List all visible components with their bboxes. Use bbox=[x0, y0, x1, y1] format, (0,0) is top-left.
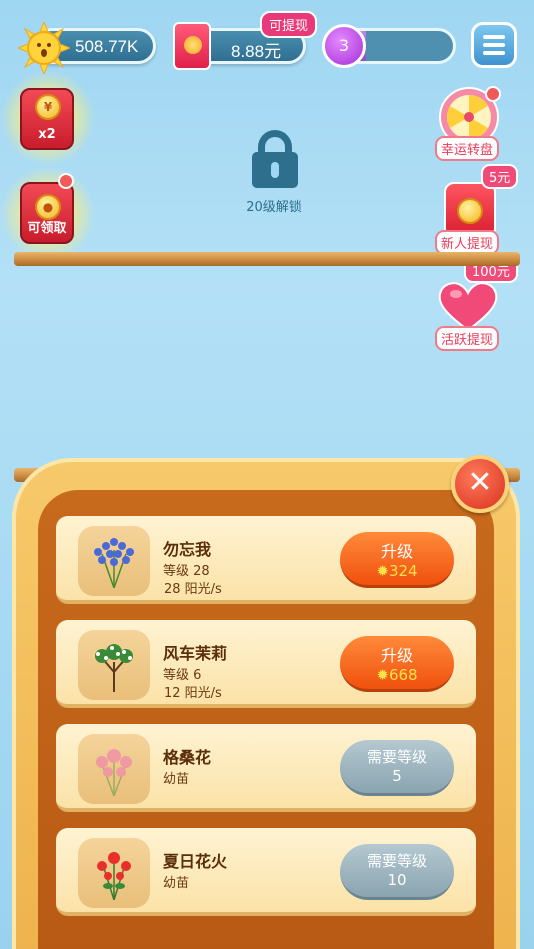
flower-card: 勿忘我 等级 28 28 阳光/s 升级 ✹324 bbox=[56, 516, 476, 604]
active-withdraw-label: 活跃提现 bbox=[435, 326, 500, 351]
withdrawable-badge: 可提现 bbox=[260, 11, 318, 38]
flower-level: 等级 6 bbox=[163, 668, 202, 683]
level-badge: 3 bbox=[322, 24, 366, 68]
sun-icon bbox=[16, 20, 72, 76]
lucky-wheel-label: 幸运转盘 bbox=[435, 136, 500, 161]
summer-flower-icon bbox=[78, 838, 150, 908]
coin-icon: ¥ bbox=[35, 94, 61, 120]
flower-name: 风车茉莉 bbox=[163, 644, 228, 663]
upgrade-button[interactable]: 升级 ✹668 bbox=[340, 636, 454, 692]
flower-rate: 12 阳光/s bbox=[164, 686, 222, 701]
flower-name: 夏日花火 bbox=[163, 852, 228, 871]
flower-level: 等级 28 bbox=[163, 564, 210, 579]
upgrade-label: 升级 bbox=[380, 542, 413, 561]
upgrade-button[interactable]: 升级 ✹324 bbox=[340, 532, 454, 588]
notification-dot bbox=[485, 86, 501, 102]
close-button[interactable]: ✕ bbox=[451, 455, 509, 513]
upgrade-cost: 324 bbox=[388, 562, 418, 580]
required-level-button[interactable]: 需要等级 5 bbox=[340, 740, 454, 796]
required-level-value: 5 bbox=[392, 767, 402, 785]
red-envelope-icon bbox=[173, 22, 211, 70]
double-reward-button[interactable]: ¥ x2 bbox=[20, 88, 74, 150]
sun-balance-value: 508.77K bbox=[75, 37, 139, 56]
required-level-label: 需要等级 bbox=[366, 852, 427, 870]
flower-card: 夏日花火 幼苗 需要等级 10 bbox=[56, 828, 476, 916]
forget-me-not-icon bbox=[78, 526, 150, 596]
flower-name: 勿忘我 bbox=[163, 540, 212, 559]
notification-dot bbox=[58, 173, 74, 189]
flower-level: 幼苗 bbox=[163, 876, 190, 891]
sun-icon: ✹ bbox=[376, 666, 389, 684]
menu-button[interactable] bbox=[471, 22, 517, 68]
upgrade-label: 升级 bbox=[380, 646, 413, 665]
flower-card: 格桑花 幼苗 需要等级 5 bbox=[56, 724, 476, 812]
upgrade-cost: 668 bbox=[388, 666, 418, 684]
star-jasmine-icon bbox=[78, 630, 150, 700]
flower-level: 幼苗 bbox=[163, 772, 190, 787]
cash-balance-value: 8.88元 bbox=[231, 42, 282, 61]
sun-icon: ✹ bbox=[376, 562, 389, 580]
required-level-label: 需要等级 bbox=[366, 748, 427, 766]
cosmos-icon bbox=[78, 734, 150, 804]
claim-reward-label: 可领取 bbox=[27, 221, 67, 236]
wooden-shelf bbox=[14, 252, 520, 266]
required-level-value: 10 bbox=[387, 871, 407, 889]
flower-rate: 28 阳光/s bbox=[164, 582, 222, 597]
newbie-amount-badge: 5元 bbox=[481, 164, 519, 189]
required-level-button[interactable]: 需要等级 10 bbox=[340, 844, 454, 900]
flower-card: 风车茉莉 等级 6 12 阳光/s 升级 ✹668 bbox=[56, 620, 476, 708]
flower-name: 格桑花 bbox=[163, 748, 212, 767]
double-reward-label: x2 bbox=[38, 127, 56, 142]
